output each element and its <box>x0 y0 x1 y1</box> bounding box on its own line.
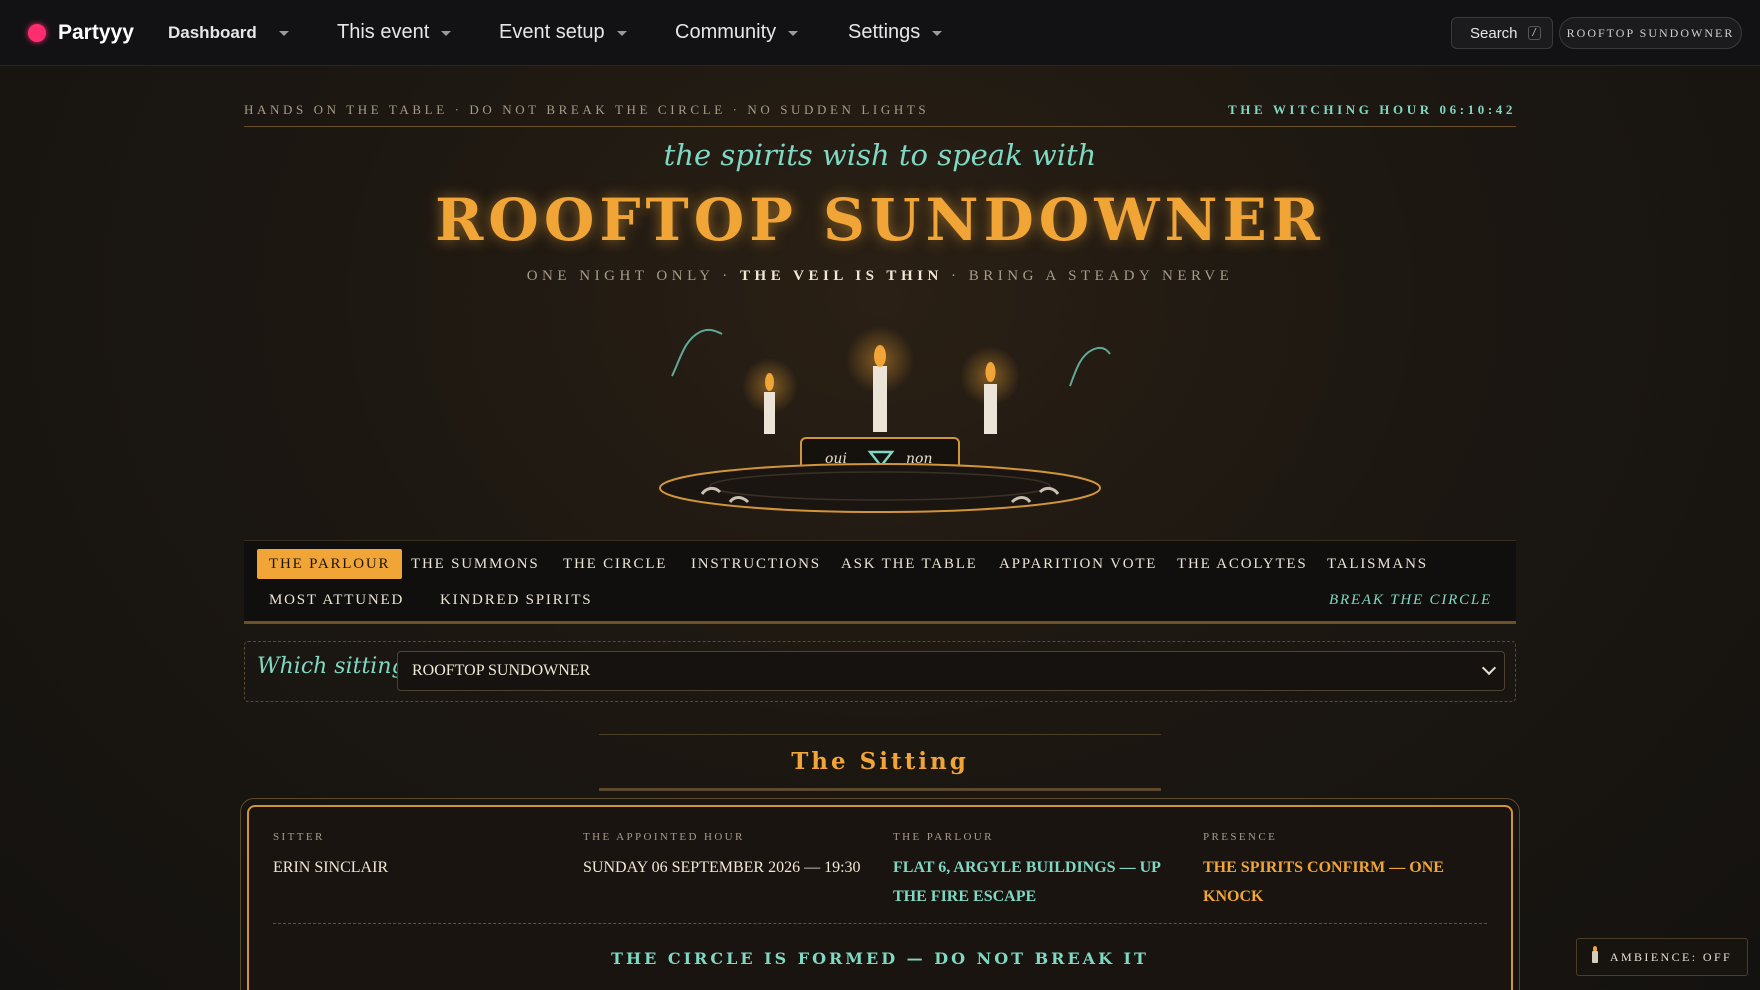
section-heading: The Sitting <box>599 734 1161 791</box>
tagline: ONE NIGHT ONLY · THE VEIL IS THIN · BRIN… <box>0 268 1760 285</box>
tab-most-attuned[interactable]: MOST ATTUNED <box>257 585 416 615</box>
section-tabs: THE PARLOUR THE SUMMONS THE CIRCLE INSTR… <box>244 540 1516 624</box>
search-label: Search <box>1470 24 1518 42</box>
presence-field: PRESENCE THE SPIRITS CONFIRM — ONE KNOCK <box>1203 831 1483 911</box>
seance-illustration: oui non <box>659 326 1111 513</box>
break-the-circle-link[interactable]: BREAK THE CIRCLE <box>1329 585 1492 615</box>
chevron-down-icon <box>788 31 799 36</box>
brand-name: Partyyy <box>58 20 134 44</box>
seance-table <box>659 463 1101 513</box>
brand[interactable]: Partyyy <box>28 21 134 45</box>
sitting-card: SITTER ERIN SINCLAIR THE APPOINTED HOUR … <box>240 798 1520 990</box>
ambience-toggle[interactable]: AMBIENCE: OFF <box>1576 938 1748 976</box>
sitter-field: SITTER ERIN SINCLAIR <box>273 831 553 882</box>
appointed-hour-field: THE APPOINTED HOUR SUNDAY 06 SEPTEMBER 2… <box>583 831 863 882</box>
appointed-hour-label: THE APPOINTED HOUR <box>583 831 745 843</box>
chevron-down-icon <box>1481 660 1497 676</box>
sitting-selector-label: Which sitting? <box>257 654 418 679</box>
tab-talismans[interactable]: TALISMANS <box>1315 549 1440 579</box>
tagline-bold: THE VEIL IS THIN <box>740 268 943 284</box>
presence-label: PRESENCE <box>1203 831 1278 843</box>
sitting-card-inner: SITTER ERIN SINCLAIR THE APPOINTED HOUR … <box>247 805 1513 990</box>
candle-icon <box>1591 946 1598 963</box>
chevron-down-icon <box>441 31 452 36</box>
appointed-hour-value: SUNDAY 06 SEPTEMBER 2026 — 19:30 <box>583 859 861 876</box>
table-rules: HANDS ON THE TABLE · DO NOT BREAK THE CI… <box>244 102 930 117</box>
parlour-address-link[interactable]: FLAT 6, ARGYLE BUILDINGS — UP THE FIRE E… <box>893 853 1173 911</box>
smoke-wisp-left <box>671 328 723 377</box>
tab-the-parlour[interactable]: THE PARLOUR <box>257 549 403 579</box>
sitting-select[interactable]: ROOFTOP SUNDOWNER <box>397 651 1505 691</box>
witching-hour-clock: THE WITCHING HOUR 06:10:42 <box>1227 102 1516 117</box>
presence-status: THE SPIRITS CONFIRM — ONE KNOCK <box>1203 859 1444 905</box>
sitting-selector: Which sitting? ROOFTOP SUNDOWNER <box>244 641 1516 702</box>
sitting-select-value: ROOFTOP SUNDOWNER <box>412 662 591 679</box>
nav-event-setup-label: Event setup <box>499 21 605 43</box>
search-button[interactable]: Search / <box>1451 17 1553 49</box>
tab-the-acolytes[interactable]: THE ACOLYTES <box>1165 549 1320 579</box>
nav-community-label: Community <box>675 21 777 43</box>
tab-the-circle[interactable]: THE CIRCLE <box>551 549 679 579</box>
search-shortcut: / <box>1527 26 1541 40</box>
tab-ask-the-table[interactable]: ASK THE TABLE <box>829 549 990 579</box>
sitter-label: SITTER <box>273 831 325 843</box>
nav-dashboard-label: Dashboard <box>168 22 257 42</box>
chevron-down-icon <box>932 31 943 36</box>
nav-this-event-label: This event <box>337 21 430 43</box>
ambience-label: AMBIENCE: OFF <box>1609 949 1733 964</box>
chevron-down-icon <box>616 31 627 36</box>
chevron-down-icon <box>278 31 289 36</box>
nav-event-setup[interactable]: Event setup <box>499 21 627 44</box>
header-strip: HANDS ON THE TABLE · DO NOT BREAK THE CI… <box>244 100 1516 127</box>
top-navigation: Partyyy Dashboard This event Event setup… <box>0 0 1760 66</box>
smoke-wisp-right <box>1069 346 1111 387</box>
candle-left-icon <box>764 373 775 434</box>
nav-settings[interactable]: Settings <box>848 21 943 44</box>
page-title: ROOFTOP SUNDOWNER <box>435 186 1325 254</box>
event-switcher-chip[interactable]: ROOFTOP SUNDOWNER <box>1559 17 1742 49</box>
brand-logo-icon <box>28 23 46 42</box>
tagline-right: · BRING A STEADY NERVE <box>942 268 1234 284</box>
tab-kindred-spirits[interactable]: KINDRED SPIRITS <box>428 585 604 615</box>
tagline-left: ONE NIGHT ONLY · <box>526 268 741 284</box>
nav-settings-label: Settings <box>848 21 921 43</box>
card-divider <box>273 923 1487 924</box>
candle-center-icon <box>873 345 887 432</box>
tab-apparition-vote[interactable]: APPARITION VOTE <box>987 549 1169 579</box>
candle-right-icon <box>984 362 997 434</box>
circle-motto: THE CIRCLE IS FORMED — DO NOT BREAK IT <box>611 949 1149 968</box>
nav-community[interactable]: Community <box>675 21 799 44</box>
script-subtitle: the spirits wish to speak with <box>663 138 1097 172</box>
parlour-field: THE PARLOUR FLAT 6, ARGYLE BUILDINGS — U… <box>893 831 1173 911</box>
nav-this-event[interactable]: This event <box>337 21 452 44</box>
parlour-label: THE PARLOUR <box>893 831 994 843</box>
sitter-value: ERIN SINCLAIR <box>273 859 389 876</box>
tab-instructions[interactable]: INSTRUCTIONS <box>679 549 833 579</box>
nav-dashboard[interactable]: Dashboard <box>168 23 289 43</box>
tab-the-summons[interactable]: THE SUMMONS <box>399 549 552 579</box>
